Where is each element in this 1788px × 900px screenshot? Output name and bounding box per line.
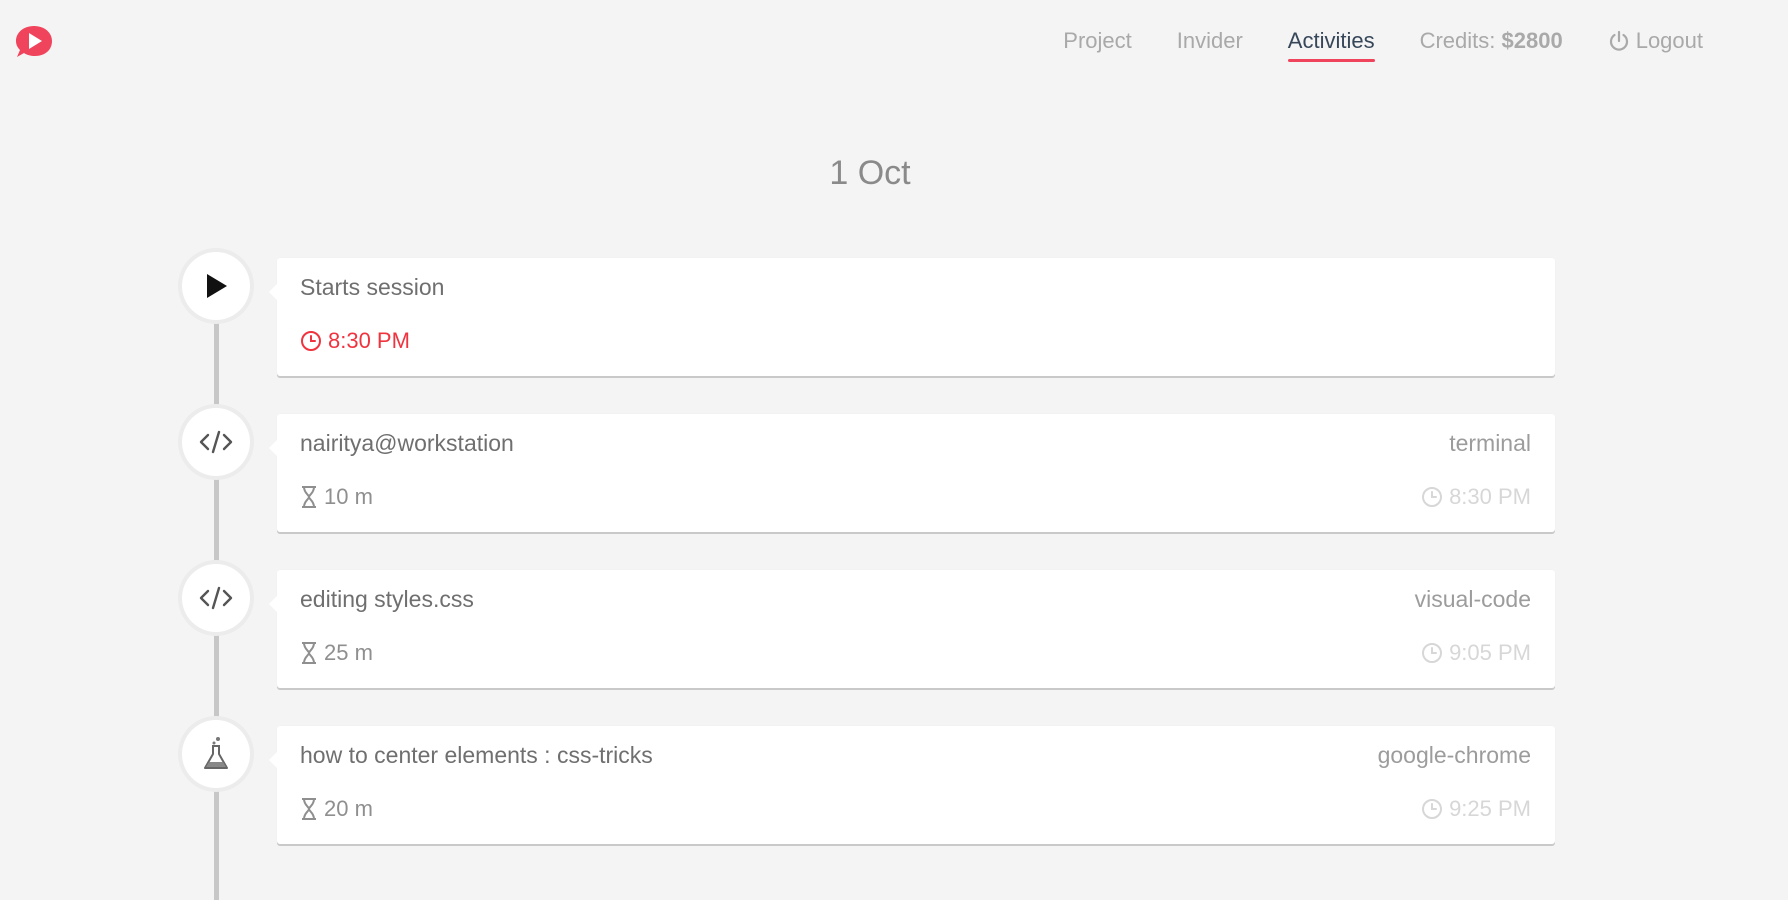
activity-card[interactable]: nairitya@workstation terminal 10 m 8:30 … bbox=[269, 414, 1555, 532]
activity-app: terminal bbox=[1449, 430, 1531, 456]
credits-value: $2800 bbox=[1501, 28, 1563, 53]
timeline-marker bbox=[182, 408, 250, 476]
timeline-marker bbox=[182, 252, 250, 320]
activity-time: 9:05 PM bbox=[1421, 640, 1531, 666]
activity-title: nairitya@workstation bbox=[300, 430, 514, 456]
clock-icon bbox=[1422, 487, 1443, 507]
credits-label: Credits: bbox=[1419, 28, 1496, 53]
timeline-marker bbox=[182, 564, 250, 632]
activity-duration: 25 m bbox=[300, 640, 373, 666]
activity-duration-text: 20 m bbox=[324, 796, 373, 821]
activity-card[interactable]: how to center elements : css-tricks goog… bbox=[269, 726, 1555, 844]
activity-title: how to center elements : css-tricks bbox=[300, 742, 653, 768]
code-icon bbox=[199, 430, 233, 454]
date-heading: 1 Oct bbox=[829, 154, 911, 192]
activity-time: 8:30 PM bbox=[300, 328, 410, 354]
nav-activities-link[interactable]: Activities bbox=[1287, 27, 1375, 62]
code-icon bbox=[199, 586, 233, 610]
timeline-entry: Starts session 8:30 PM bbox=[182, 252, 1555, 376]
logout-label: Logout bbox=[1635, 28, 1703, 53]
play-icon bbox=[207, 274, 227, 298]
activity-card[interactable]: Starts session 8:30 PM bbox=[269, 258, 1555, 376]
activity-card[interactable]: editing styles.css visual-code 25 m 9:05… bbox=[269, 570, 1555, 688]
power-icon bbox=[1609, 30, 1628, 51]
activity-time-text: 9:25 PM bbox=[1449, 796, 1531, 821]
activity-duration-text: 10 m bbox=[324, 484, 373, 509]
timeline-marker bbox=[182, 720, 250, 788]
top-nav: Project Invider Activities Credits: $280… bbox=[1018, 26, 1703, 62]
activity-time-text: 8:30 PM bbox=[1449, 484, 1531, 509]
hourglass-icon bbox=[302, 798, 316, 820]
clock-icon bbox=[1422, 799, 1443, 819]
activity-app: google-chrome bbox=[1377, 742, 1531, 768]
activity-duration: 10 m bbox=[300, 484, 373, 510]
hourglass-icon bbox=[302, 486, 316, 508]
timeline-entry: nairitya@workstation terminal 10 m 8:30 … bbox=[182, 408, 1555, 532]
app-logo[interactable] bbox=[14, 24, 54, 60]
activity-time-text: 9:05 PM bbox=[1449, 640, 1531, 665]
activity-title: Starts session bbox=[300, 274, 445, 300]
clock-icon bbox=[1422, 643, 1443, 663]
activity-time-text: 8:30 PM bbox=[328, 328, 410, 353]
logout-button[interactable]: Logout bbox=[1608, 27, 1703, 55]
activity-title: editing styles.css bbox=[300, 586, 474, 612]
activity-duration-text: 25 m bbox=[324, 640, 373, 665]
flask-icon bbox=[204, 737, 228, 769]
activity-app: visual-code bbox=[1414, 586, 1531, 612]
activity-time: 8:30 PM bbox=[1421, 484, 1531, 510]
timeline-entry: how to center elements : css-tricks goog… bbox=[182, 720, 1555, 844]
timeline-entry: editing styles.css visual-code 25 m 9:05… bbox=[182, 564, 1555, 688]
activity-time: 9:25 PM bbox=[1421, 796, 1531, 822]
activity-duration: 20 m bbox=[300, 796, 373, 822]
hourglass-icon bbox=[302, 642, 316, 664]
clock-icon bbox=[301, 331, 321, 351]
nav-invider-link[interactable]: Invider bbox=[1177, 27, 1243, 55]
nav-project-link[interactable]: Project bbox=[1063, 27, 1131, 55]
credits-display: Credits: $2800 bbox=[1420, 27, 1563, 55]
